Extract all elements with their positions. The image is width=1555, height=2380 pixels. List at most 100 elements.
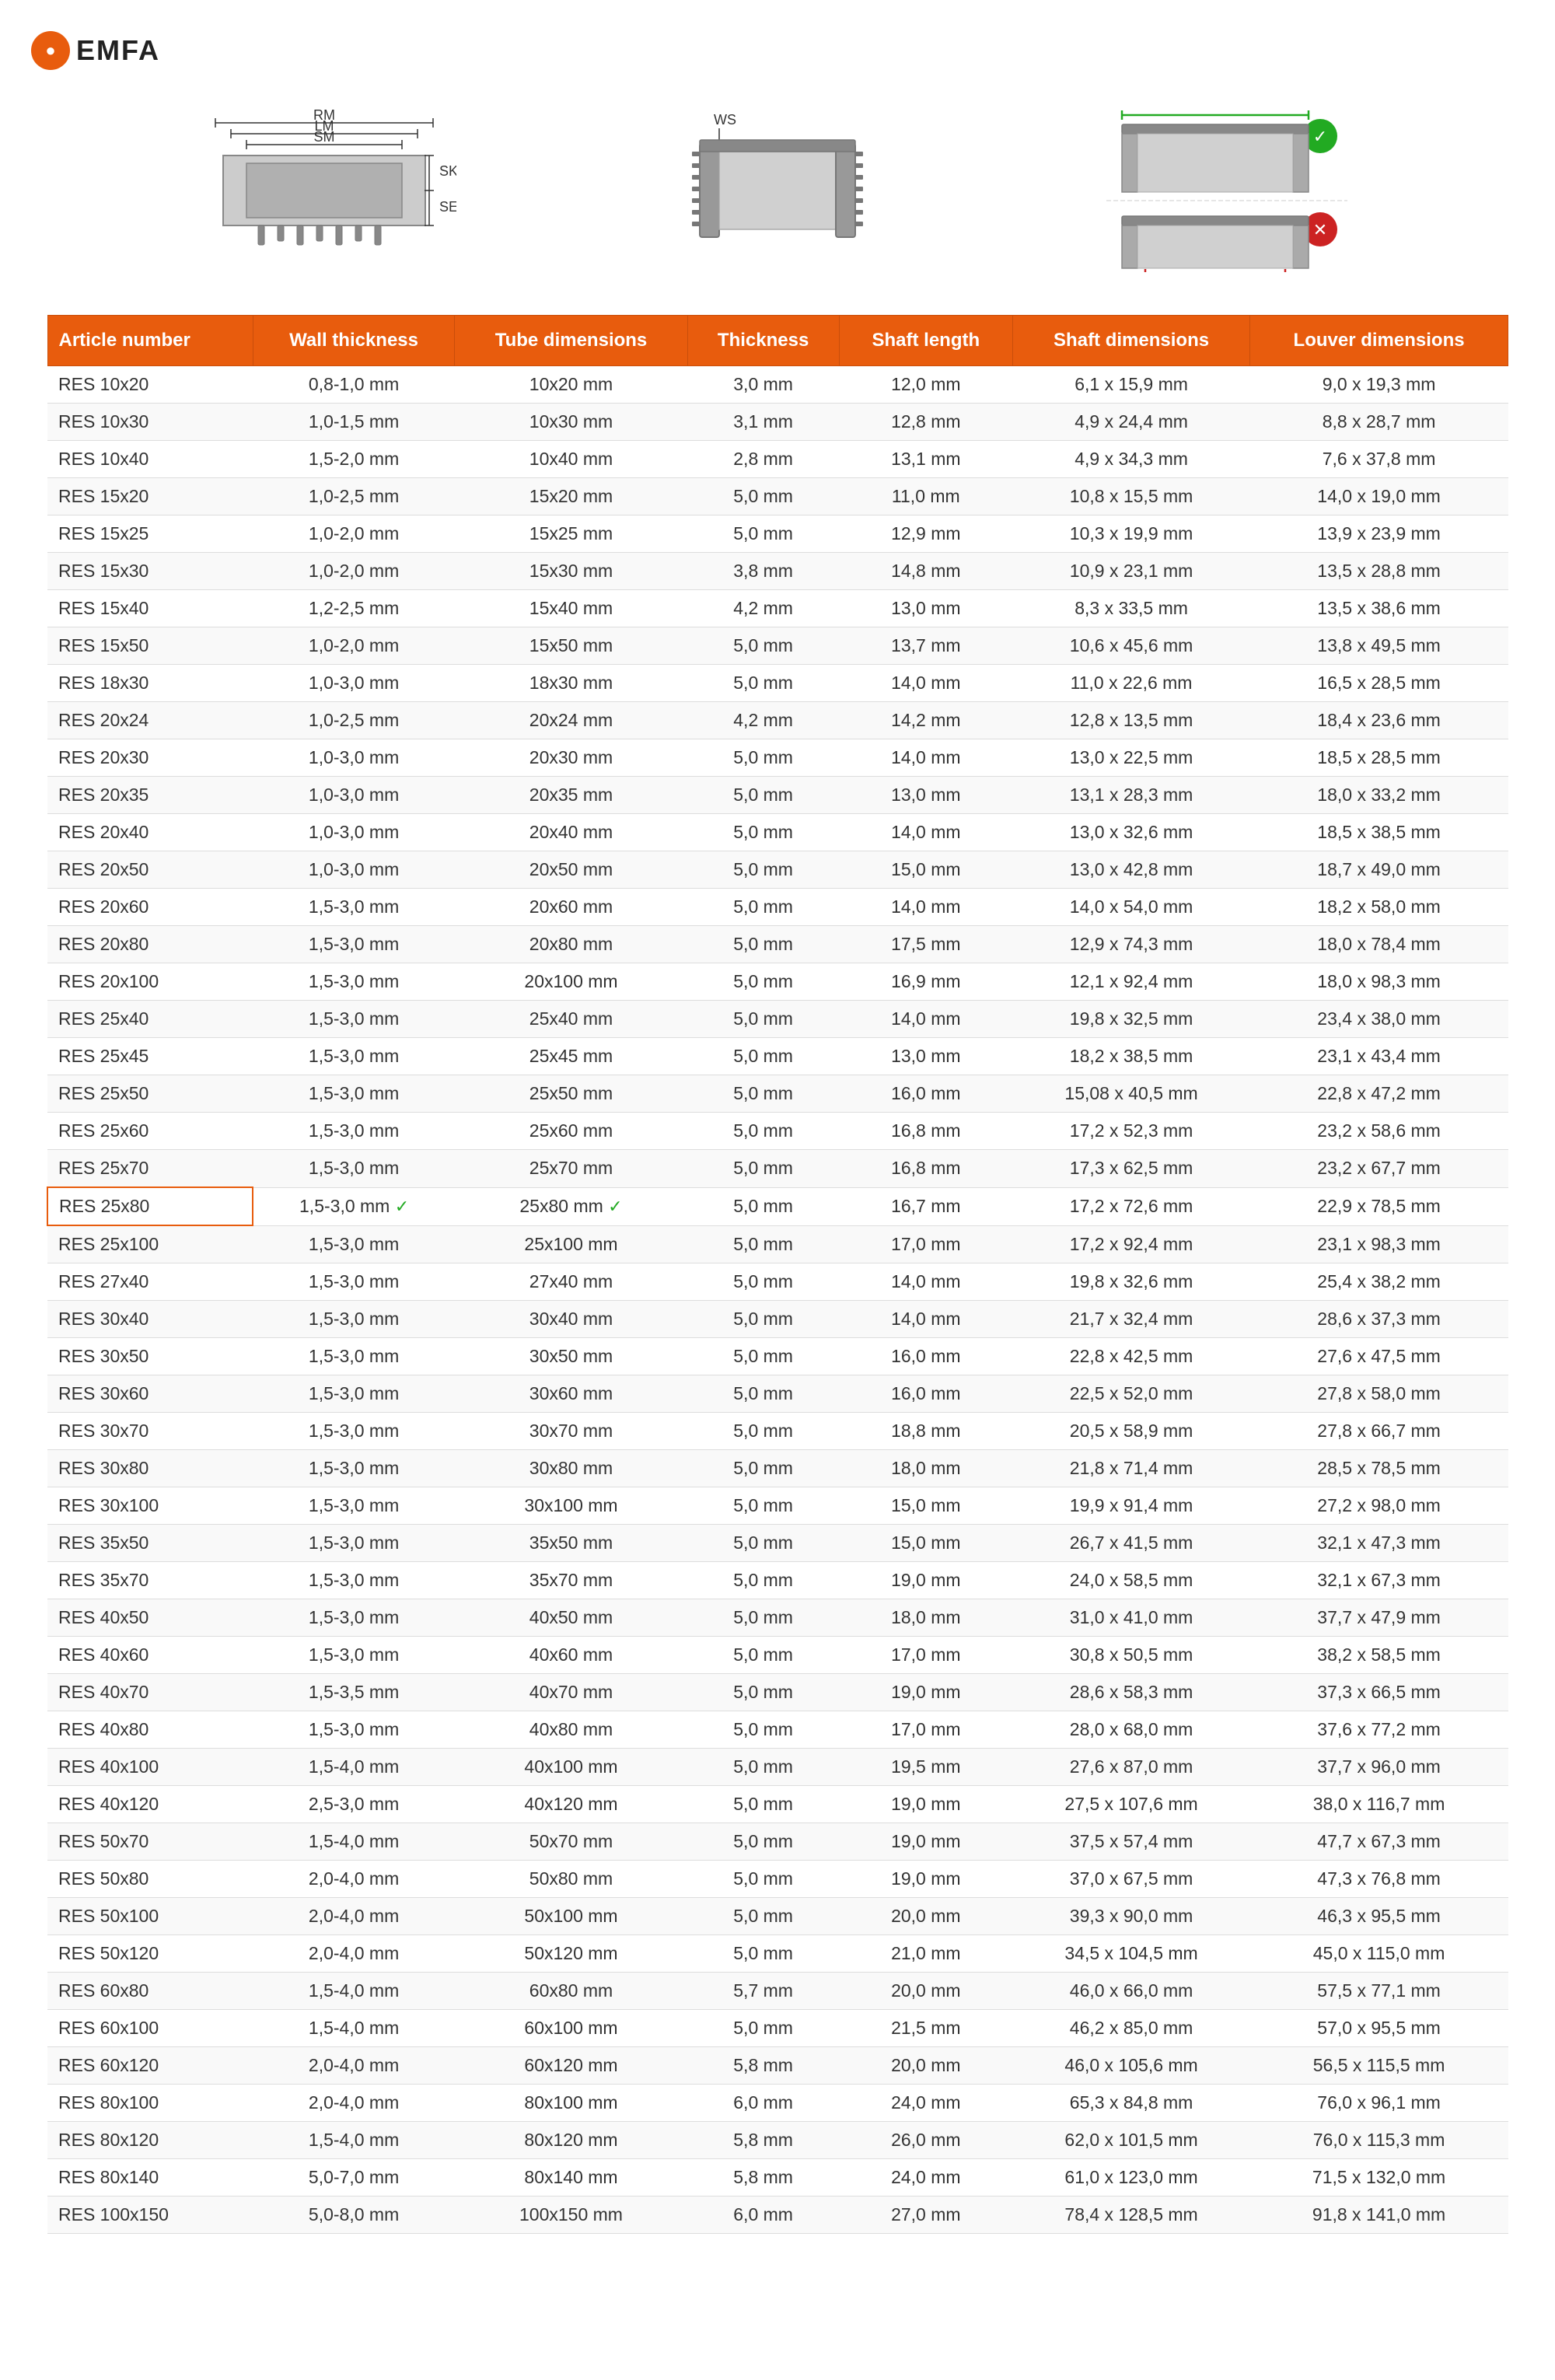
table-cell: 40x120 mm	[455, 1786, 687, 1823]
table-cell: 22,8 x 47,2 mm	[1250, 1075, 1508, 1113]
table-cell: 60x80 mm	[455, 1973, 687, 2010]
table-cell: RES 30x80	[47, 1450, 253, 1487]
table-cell: 13,5 x 38,6 mm	[1250, 590, 1508, 627]
table-cell: 5,0 mm	[687, 1113, 839, 1150]
table-cell: 25x80 mm ✓	[455, 1187, 687, 1225]
table-cell: 9,0 x 19,3 mm	[1250, 366, 1508, 404]
table-cell: 12,9 mm	[839, 515, 1012, 553]
table-cell: 1,0-3,0 mm	[253, 665, 455, 702]
table-cell: 1,5-3,0 mm	[253, 1637, 455, 1674]
table-cell: 1,5-4,0 mm	[253, 2010, 455, 2047]
table-cell: 10x30 mm	[455, 404, 687, 441]
check-icon: ✓	[395, 1197, 409, 1216]
table-cell: 1,5-3,0 mm	[253, 1338, 455, 1375]
table-cell: 14,0 mm	[839, 739, 1012, 777]
table-cell: 1,5-3,0 mm	[253, 1001, 455, 1038]
table-cell: 15x25 mm	[455, 515, 687, 553]
table-cell: RES 50x100	[47, 1898, 253, 1935]
table-cell: 40x50 mm	[455, 1599, 687, 1637]
table-cell: 5,0 mm	[687, 777, 839, 814]
table-cell: 5,0 mm	[687, 1674, 839, 1711]
table-cell: 18,2 x 58,0 mm	[1250, 889, 1508, 926]
table-row: RES 20x301,0-3,0 mm20x30 mm5,0 mm14,0 mm…	[47, 739, 1508, 777]
table-cell: 13,0 mm	[839, 1038, 1012, 1075]
table-cell: 13,8 x 49,5 mm	[1250, 627, 1508, 665]
table-cell: 23,4 x 38,0 mm	[1250, 1001, 1508, 1038]
col-wall-thickness: Wall thickness	[253, 316, 455, 366]
table-cell: 5,0 mm	[687, 627, 839, 665]
table-cell: 17,0 mm	[839, 1711, 1012, 1749]
table-row: RES 10x200,8-1,0 mm10x20 mm3,0 mm12,0 mm…	[47, 366, 1508, 404]
table-cell: 5,0 mm	[687, 1413, 839, 1450]
table-cell: 13,0 x 32,6 mm	[1013, 814, 1250, 851]
table-cell: 21,8 x 71,4 mm	[1013, 1450, 1250, 1487]
col-louver-dimensions: Louver dimensions	[1250, 316, 1508, 366]
table-row: RES 50x1202,0-4,0 mm50x120 mm5,0 mm21,0 …	[47, 1935, 1508, 1973]
table-cell: 16,5 x 28,5 mm	[1250, 665, 1508, 702]
table-row: RES 50x802,0-4,0 mm50x80 mm5,0 mm19,0 mm…	[47, 1861, 1508, 1898]
table-row: RES 40x501,5-3,0 mm40x50 mm5,0 mm18,0 mm…	[47, 1599, 1508, 1637]
table-cell: 20x35 mm	[455, 777, 687, 814]
table-container: Article number Wall thickness Tube dimen…	[31, 315, 1524, 2234]
table-cell: 1,5-3,0 mm	[253, 1450, 455, 1487]
table-cell: 30x70 mm	[455, 1413, 687, 1450]
table-cell: 5,0 mm	[687, 1001, 839, 1038]
table-cell: 37,5 x 57,4 mm	[1013, 1823, 1250, 1861]
table-cell: 50x70 mm	[455, 1823, 687, 1861]
table-cell: 1,5-3,0 mm	[253, 1599, 455, 1637]
table-cell: 5,0 mm	[687, 478, 839, 515]
table-cell: 50x80 mm	[455, 1861, 687, 1898]
table-row: RES 30x501,5-3,0 mm30x50 mm5,0 mm16,0 mm…	[47, 1338, 1508, 1375]
table-cell: 25x45 mm	[455, 1038, 687, 1075]
table-cell: 15x40 mm	[455, 590, 687, 627]
table-cell: 20,5 x 58,9 mm	[1013, 1413, 1250, 1450]
table-cell: RES 15x50	[47, 627, 253, 665]
table-cell: 25,4 x 38,2 mm	[1250, 1263, 1508, 1301]
table-cell: 21,0 mm	[839, 1935, 1012, 1973]
table-cell: RES 40x60	[47, 1637, 253, 1674]
table-cell: 40x80 mm	[455, 1711, 687, 1749]
table-cell: RES 40x80	[47, 1711, 253, 1749]
table-cell: 30x60 mm	[455, 1375, 687, 1413]
table-cell: 5,0 mm	[687, 1935, 839, 1973]
table-cell: 30x40 mm	[455, 1301, 687, 1338]
table-cell: 28,5 x 78,5 mm	[1250, 1450, 1508, 1487]
table-cell: 76,0 x 96,1 mm	[1250, 2085, 1508, 2122]
table-cell: 17,0 mm	[839, 1225, 1012, 1263]
table-cell: RES 15x40	[47, 590, 253, 627]
table-cell: 1,5-3,5 mm	[253, 1674, 455, 1711]
table-cell: 1,5-2,0 mm	[253, 441, 455, 478]
table-cell: 27,5 x 107,6 mm	[1013, 1786, 1250, 1823]
table-cell: 23,1 x 98,3 mm	[1250, 1225, 1508, 1263]
table-cell: 5,0 mm	[687, 515, 839, 553]
table-cell: 14,0 mm	[839, 1301, 1012, 1338]
table-cell: 24,0 x 58,5 mm	[1013, 1562, 1250, 1599]
table-cell: 5,8 mm	[687, 2159, 839, 2197]
table-cell: 1,0-2,5 mm	[253, 702, 455, 739]
table-row: RES 20x351,0-3,0 mm20x35 mm5,0 mm13,0 mm…	[47, 777, 1508, 814]
table-cell: 17,5 mm	[839, 926, 1012, 963]
table-cell: 26,7 x 41,5 mm	[1013, 1525, 1250, 1562]
table-cell: 12,9 x 74,3 mm	[1013, 926, 1250, 963]
table-cell: 2,0-4,0 mm	[253, 1861, 455, 1898]
table-row: RES 30x701,5-3,0 mm30x70 mm5,0 mm18,8 mm…	[47, 1413, 1508, 1450]
table-cell: 2,0-4,0 mm	[253, 2047, 455, 2085]
table-cell: 20x30 mm	[455, 739, 687, 777]
table-cell: 13,1 mm	[839, 441, 1012, 478]
table-cell: 5,0 mm	[687, 1711, 839, 1749]
table-cell: 50x120 mm	[455, 1935, 687, 1973]
table-cell: RES 60x100	[47, 2010, 253, 2047]
table-cell: 40x100 mm	[455, 1749, 687, 1786]
table-cell: 28,6 x 58,3 mm	[1013, 1674, 1250, 1711]
table-cell: RES 50x80	[47, 1861, 253, 1898]
table-cell: RES 25x70	[47, 1150, 253, 1188]
table-cell: 23,2 x 67,7 mm	[1250, 1150, 1508, 1188]
table-cell: RES 35x50	[47, 1525, 253, 1562]
table-cell: 27,8 x 58,0 mm	[1250, 1375, 1508, 1413]
table-cell: 28,0 x 68,0 mm	[1013, 1711, 1250, 1749]
table-cell: 46,0 x 105,6 mm	[1013, 2047, 1250, 2085]
table-cell: 20,0 mm	[839, 2047, 1012, 2085]
table-cell: 20x100 mm	[455, 963, 687, 1001]
table-cell: 40x70 mm	[455, 1674, 687, 1711]
table-cell: 5,0 mm	[687, 1075, 839, 1113]
